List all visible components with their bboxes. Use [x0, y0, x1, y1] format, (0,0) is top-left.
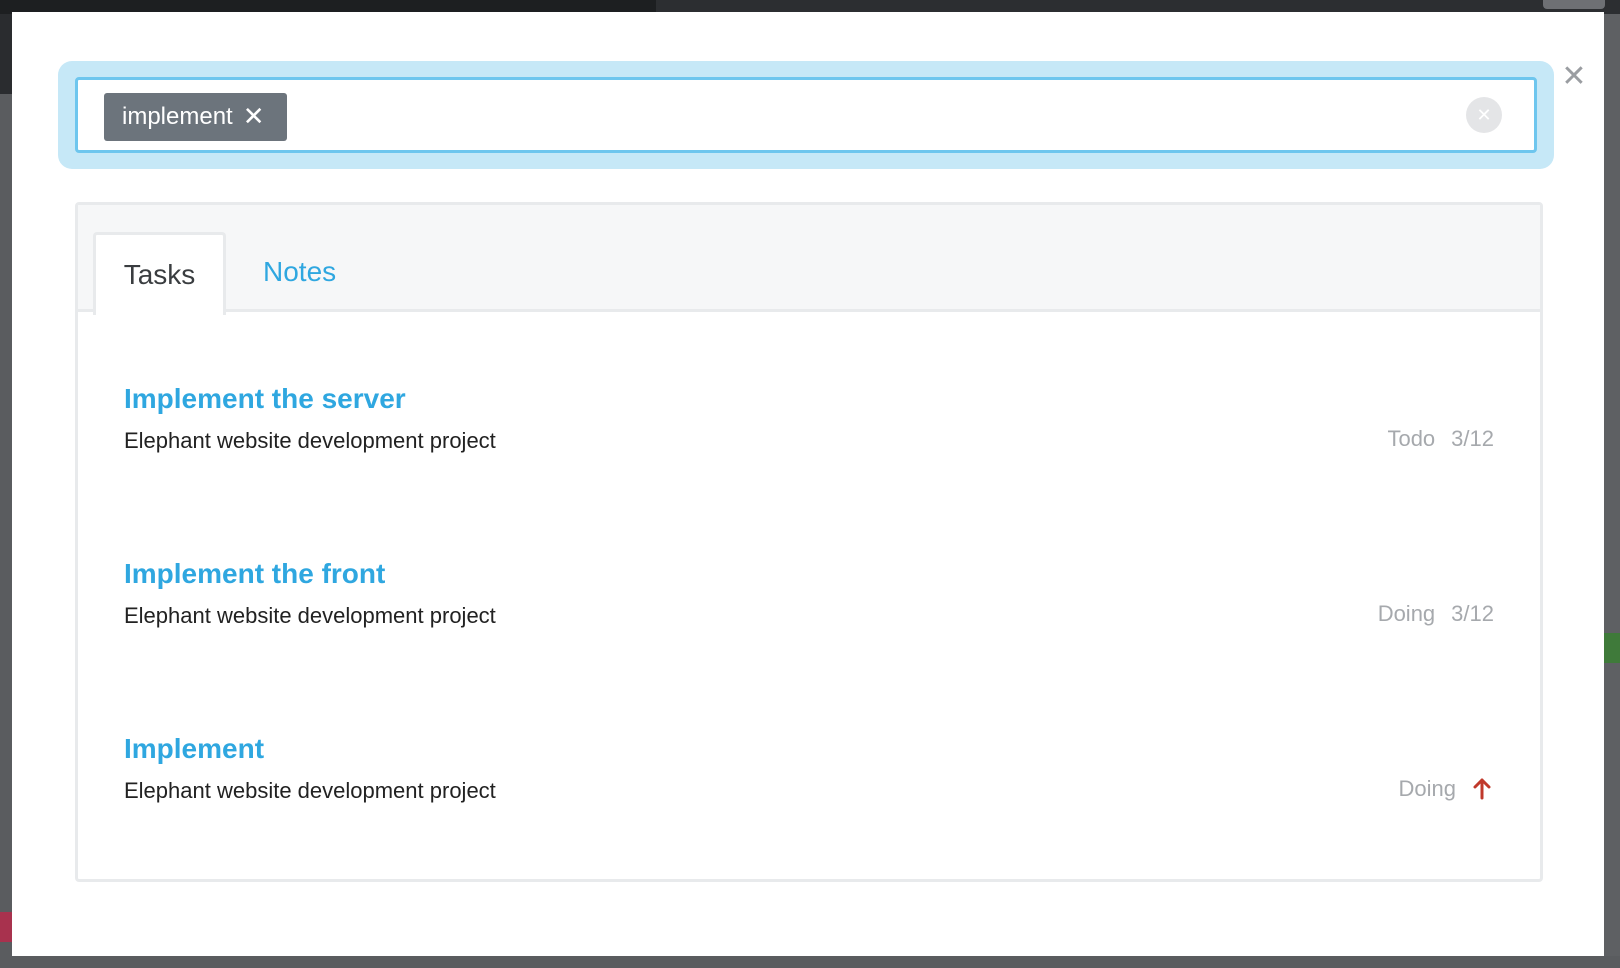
result-item[interactable]: Implement the front Elephant website dev… [124, 558, 1494, 658]
background-right-edge [1604, 14, 1620, 968]
background-left-edge-dark [0, 14, 12, 94]
results-panel: Tasks Notes Implement the server Elephan… [75, 202, 1543, 882]
result-project: Elephant website development project [124, 428, 496, 453]
result-status: Doing [1377, 601, 1436, 626]
background-tab [1543, 0, 1605, 9]
search-input[interactable]: implement ✕ ✕ [75, 77, 1537, 153]
chip-close-icon[interactable]: ✕ [243, 104, 265, 130]
background-left-edge [0, 14, 12, 968]
result-meta: Doing 3/12 [1378, 601, 1494, 627]
arrow-up-icon [1473, 778, 1491, 800]
tab-tasks-label: Tasks [123, 259, 196, 290]
tab-bar: Tasks Notes [78, 205, 1540, 315]
result-title[interactable]: Implement the front [124, 558, 385, 590]
result-item[interactable]: Implement Elephant website development p… [124, 733, 1494, 833]
result-item[interactable]: Implement the server Elephant website de… [124, 383, 1494, 483]
result-count: 3/12 [1451, 601, 1494, 626]
result-meta: Doing [1399, 776, 1494, 802]
result-title[interactable]: Implement the server [124, 383, 406, 415]
modal-close-icon[interactable]: ✕ [1559, 62, 1589, 92]
tab-notes[interactable]: Notes [263, 232, 336, 312]
result-meta: Todo 3/12 [1387, 426, 1494, 452]
result-count: 3/12 [1451, 426, 1494, 451]
clear-search-icon[interactable]: ✕ [1466, 97, 1502, 133]
result-status: Todo [1387, 426, 1436, 451]
result-title[interactable]: Implement [124, 733, 264, 765]
search-modal: ✕ implement ✕ ✕ Tasks Notes Implement th… [12, 12, 1604, 956]
result-project: Elephant website development project [124, 778, 496, 803]
tab-notes-label: Notes [263, 256, 337, 287]
background-bottom-edge [0, 956, 1620, 968]
tab-tasks[interactable]: Tasks [93, 232, 226, 315]
background-red-badge [0, 912, 12, 942]
search-chip: implement ✕ [104, 93, 287, 141]
result-project: Elephant website development project [124, 603, 496, 628]
result-status: Doing [1398, 776, 1456, 801]
background-green-badge [1604, 633, 1620, 663]
search-chip-label: implement [122, 103, 233, 130]
